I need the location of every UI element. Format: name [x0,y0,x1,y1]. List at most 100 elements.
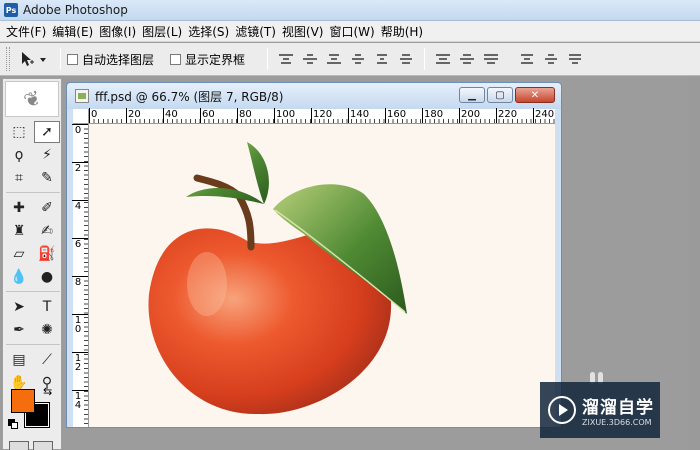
distribute-hcenter-icon[interactable] [542,50,560,68]
minimize-button[interactable]: ▁ [459,87,485,103]
ruler-label: 240 [535,109,555,120]
align-horizontal-centers-icon[interactable] [373,50,391,68]
foreground-color-swatch[interactable] [11,389,35,413]
distribute-left-icon[interactable] [518,50,536,68]
options-separator [424,48,426,70]
options-separator [60,48,61,70]
ruler-label: 2 [74,163,82,174]
menu-layer[interactable]: 图层(L) [140,23,186,40]
align-top-edges-icon[interactable] [277,50,295,68]
align-left-edges-icon[interactable] [349,50,367,68]
distribute-vcenter-icon[interactable] [458,50,476,68]
menu-help[interactable]: 帮助(H) [379,23,427,40]
align-right-edges-icon[interactable] [397,50,415,68]
custom-shape-icon[interactable]: ✺ [34,319,60,341]
path-select-icon[interactable]: ➤ [6,296,32,318]
workspace-edge [690,78,700,450]
ruler-label: 0 [74,125,82,136]
document-window: fff.psd @ 66.7% (图层 7, RGB/8) ▁ ▢ ✕ 0 20… [66,82,562,428]
menu-window[interactable]: 窗口(W) [327,23,378,40]
apple-highlight [187,252,227,316]
default-colors-icon[interactable] [8,419,18,429]
document-title: fff.psd @ 66.7% (图层 7, RGB/8) [95,89,284,104]
auto-select-layer-checkbox[interactable]: 自动选择图层 [67,51,154,68]
menu-file[interactable]: 文件(F) [4,23,50,40]
menu-select[interactable]: 选择(S) [186,23,233,40]
document-canvas[interactable] [89,124,555,427]
clone-stamp-icon[interactable]: ♜ [6,220,32,242]
lasso-icon[interactable]: ϙ [6,144,32,166]
checkbox-box[interactable] [170,53,182,65]
menu-bar: 文件(F) 编辑(E) 图像(I) 图层(L) 选择(S) 滤镜(T) 视图(V… [0,21,700,42]
marquee-icon[interactable]: ⬚ [6,121,32,143]
watermark-text: 溜溜自学 ZIXUE.3D66.COM [582,393,654,427]
watermark-badge: 溜溜自学 ZIXUE.3D66.COM [540,382,660,438]
horizontal-ruler[interactable]: 0 20 40 60 80 100 120 140 160 180 200 22… [89,108,555,124]
show-bounding-box-checkbox[interactable]: 显示定界框 [170,51,245,68]
slice-icon[interactable]: ✎ [34,167,60,189]
type-icon[interactable]: T [34,296,60,318]
options-separator [267,48,269,70]
pen-icon[interactable]: ✒ [6,319,32,341]
show-bounding-box-label: 显示定界框 [185,52,246,67]
history-brush-icon[interactable]: ✍ [34,220,60,242]
apple-leaf-top [186,142,269,204]
ruler-label: 6 [74,239,82,250]
brush-icon[interactable]: ✐ [34,197,60,219]
options-bar: 自动选择图层 显示定界框 [0,43,700,76]
distribute-top-icon[interactable] [434,50,452,68]
menu-image[interactable]: 图像(I) [97,23,140,40]
menu-view[interactable]: 视图(V) [280,23,328,40]
menu-edit[interactable]: 编辑(E) [50,23,97,40]
tool-preset-picker[interactable] [18,48,54,70]
document-file-icon [75,89,89,103]
ruler-label: 1 2 [74,353,82,373]
ruler-label: 160 [387,109,407,120]
maximize-button[interactable]: ▢ [487,87,513,103]
notes-icon[interactable]: ▤ [6,349,32,371]
eyedropper-icon[interactable]: ⟋ [34,349,60,371]
options-grip[interactable] [6,47,10,71]
swap-colors-icon[interactable]: ⇆ [43,385,52,398]
quick-mask-mode-icon[interactable] [33,441,53,450]
watermark-en: ZIXUE.3D66.COM [582,418,652,427]
checkbox-box[interactable] [67,53,78,65]
ruler-label: 220 [498,109,518,120]
ruler-label: 20 [128,109,141,120]
toolbox: ❦ ⬚ ➚ ϙ ⚡ ⌗ ✎ ✚ ✐ ♜ ✍ ▱ ⛽ 💧 ● ➤ T ✒ ✺ ▤ … [2,78,62,450]
ruler-label: 8 [74,277,82,288]
move-arrow-icon [22,52,46,66]
play-logo-icon [548,396,576,424]
adobe-online-feather-icon[interactable]: ❦ [5,81,59,117]
ruler-label: 0 [91,109,98,120]
ruler-label: 1 4 [74,391,82,411]
watermark-cn: 溜溜自学 [582,398,654,418]
distribute-bottom-icon[interactable] [482,50,500,68]
ruler-label: 80 [239,109,252,120]
close-button[interactable]: ✕ [515,87,555,103]
paint-bucket-icon[interactable]: ⛽ [34,243,60,265]
menu-filter[interactable]: 滤镜(T) [233,23,280,40]
healing-brush-icon[interactable]: ✚ [6,197,32,219]
app-titlebar: Ps Adobe Photoshop [0,0,700,21]
align-vertical-centers-icon[interactable] [301,50,319,68]
standard-mode-icon[interactable] [9,441,29,450]
dodge-icon[interactable]: ● [34,266,60,288]
move-icon[interactable]: ➚ [34,121,60,143]
ruler-origin[interactable] [73,109,89,124]
blur-icon[interactable]: 💧 [6,266,32,288]
ruler-label: 60 [202,109,215,120]
magic-wand-icon[interactable]: ⚡ [34,144,60,166]
ruler-label: 4 [74,201,82,212]
align-bottom-edges-icon[interactable] [325,50,343,68]
eraser-icon[interactable]: ▱ [6,243,32,265]
auto-select-layer-label: 自动选择图层 [82,52,155,67]
ruler-label: 1 0 [74,315,82,335]
photoshop-logo-icon: Ps [4,3,18,17]
vertical-ruler[interactable]: 0 2 4 6 8 1 0 1 2 1 4 [72,124,89,427]
distribute-right-icon[interactable] [566,50,584,68]
app-title: Adobe Photoshop [23,3,128,17]
crop-icon[interactable]: ⌗ [6,167,32,189]
ruler-label: 120 [313,109,333,120]
ruler-label: 100 [276,109,296,120]
